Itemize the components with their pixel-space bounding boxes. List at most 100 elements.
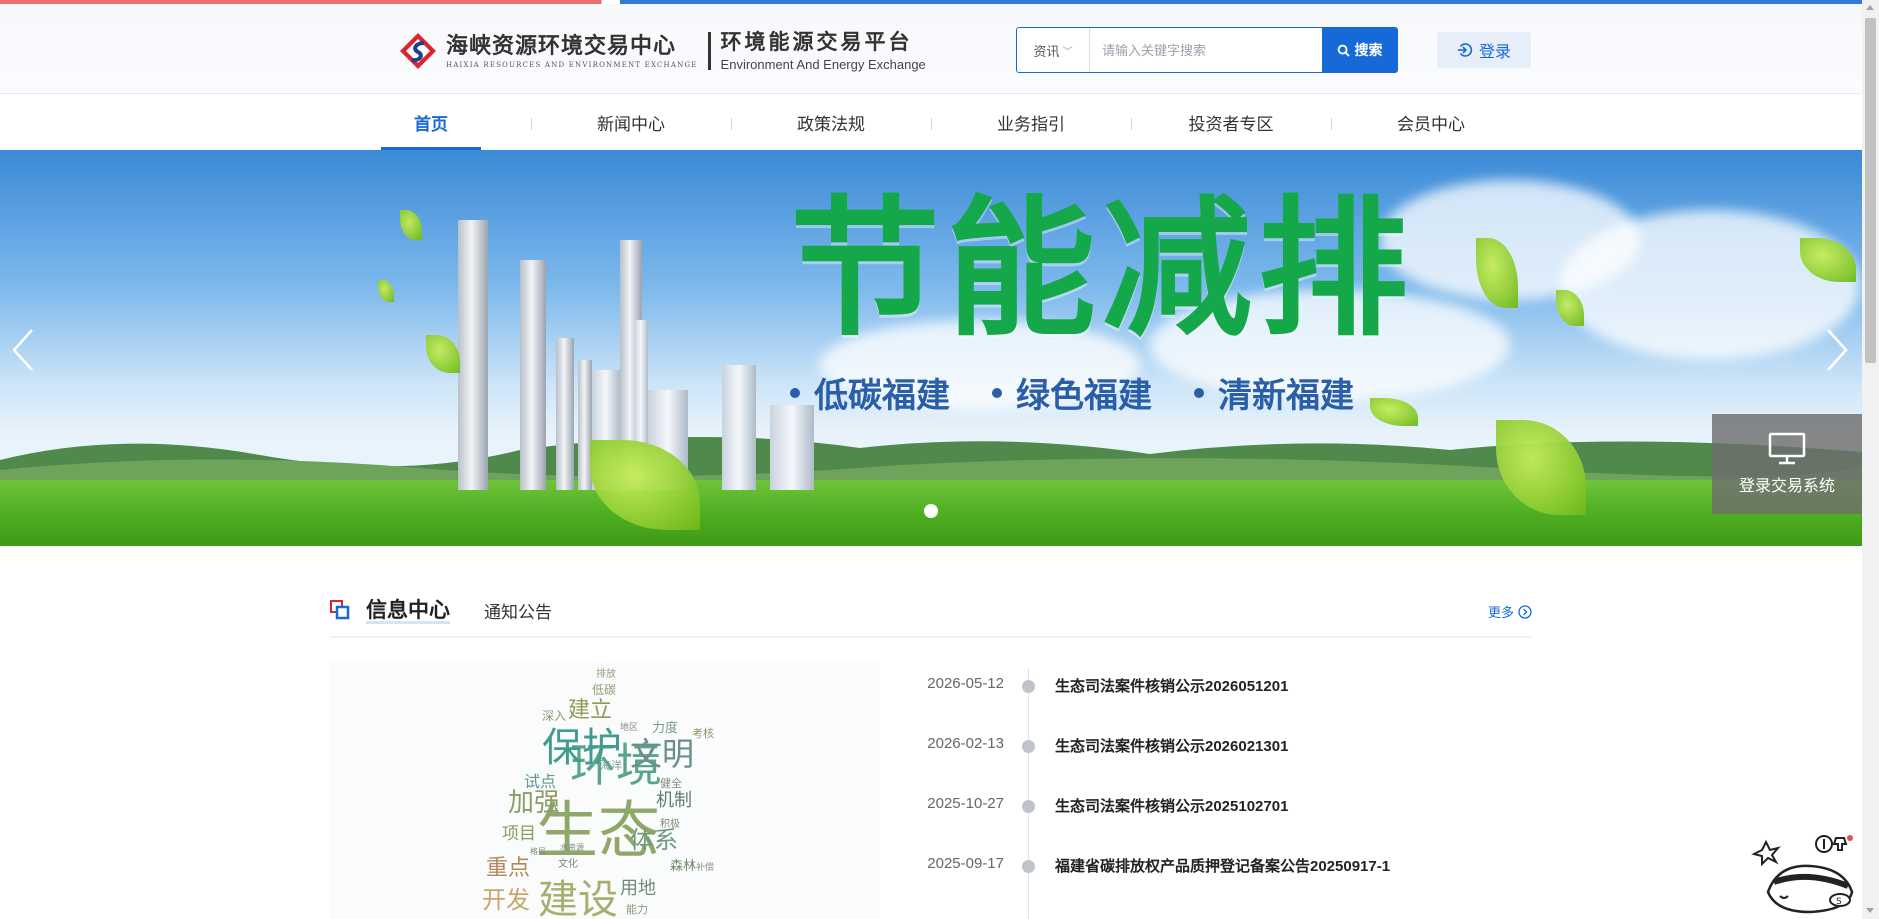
- wordcloud-word: 能力: [626, 903, 648, 916]
- logo-cn: 海峡资源环境交易中心: [446, 33, 677, 59]
- word-cloud-image: 生态 环境 保护 建设 文明 加强 体系 建立 机制 开发 重点 项目 试点 用…: [330, 660, 880, 919]
- cloud: [1560, 210, 1860, 360]
- timeline-dot: [1022, 860, 1035, 873]
- nav-divider: [531, 118, 532, 130]
- news-title-link[interactable]: 福建省碳排放权产品质押登记备案公告20250917-1: [1055, 855, 1390, 876]
- news-date: 2025-09-17: [927, 855, 1004, 872]
- more-label: 更多: [1487, 605, 1514, 620]
- wordcloud-word: 考核: [692, 727, 714, 740]
- banner-tag: 绿色福建: [992, 368, 1152, 417]
- info-center-header: 信息中心 通知公告 更多: [330, 586, 1532, 638]
- news-item[interactable]: 2026-02-13 生态司法案件核销公示2026021301: [900, 735, 1540, 759]
- nav-item-policy[interactable]: 政策法规: [781, 95, 881, 150]
- search-type-select[interactable]: 资讯 ﹀: [1017, 28, 1090, 72]
- search-button[interactable]: 搜索: [1322, 28, 1397, 72]
- wordcloud-word: 积极: [660, 819, 680, 830]
- nav-divider: [1331, 118, 1332, 130]
- wordcloud-word: 文明: [630, 735, 695, 773]
- login-icon: [1457, 43, 1473, 57]
- leaf: [400, 210, 422, 240]
- wordcloud-word: 用地: [620, 878, 656, 899]
- carousel-prev-button[interactable]: [8, 325, 38, 375]
- search-bar: 资讯 ﹀ 搜索: [1016, 27, 1398, 73]
- login-button[interactable]: 登录: [1437, 32, 1531, 68]
- leaf: [426, 335, 460, 373]
- scrollbar-thumb[interactable]: [1865, 18, 1876, 363]
- banner-tags: 低碳福建 绿色福建 清新福建: [790, 368, 1354, 417]
- search-type-label: 资讯: [1033, 43, 1060, 59]
- search-button-label: 搜索: [1354, 42, 1383, 58]
- banner-title: 节能减排: [790, 183, 1415, 357]
- banner-tag-label: 绿色福建: [1016, 377, 1152, 415]
- building: [722, 365, 756, 490]
- search-icon: [1337, 44, 1350, 57]
- wordcloud-word: 项目: [502, 824, 536, 844]
- site-header: 海峡资源环境交易中心 HAIXIA RESOURCES AND ENVIRONM…: [0, 4, 1862, 94]
- hero-banner[interactable]: 节能减排 低碳福建 绿色福建 清新福建: [0, 150, 1862, 546]
- wordcloud-word: 森林: [670, 859, 697, 874]
- banner-tag: 低碳福建: [790, 368, 950, 417]
- wordcloud-word: 格局: [530, 847, 546, 856]
- carousel-dot[interactable]: [924, 504, 938, 518]
- page-scrollbar[interactable]: [1862, 0, 1879, 919]
- platform-cn: 环境能源交易平台: [720, 30, 913, 54]
- chimney: [556, 338, 574, 490]
- news-date: 2026-05-12: [927, 675, 1004, 692]
- platform-name: 环境能源交易平台 Environment And Energy Exchange: [721, 31, 926, 72]
- trading-system-login-button[interactable]: 登录交易系统: [1712, 414, 1862, 514]
- wordcloud-word: 排放: [596, 669, 616, 680]
- info-center-icon: [330, 600, 350, 620]
- chevron-left-icon: [12, 329, 33, 371]
- more-link[interactable]: 更多: [1488, 602, 1532, 621]
- nav-item-home[interactable]: 首页: [381, 95, 481, 150]
- news-item[interactable]: 2025-09-17 福建省碳排放权产品质押登记备案公告20250917-1: [900, 855, 1540, 879]
- wordcloud-word: 建立: [568, 698, 613, 723]
- search-input[interactable]: [1090, 28, 1322, 72]
- nav-item-investor[interactable]: 投资者专区: [1181, 95, 1281, 150]
- logo-en: HAIXIA RESOURCES AND ENVIRONMENT EXCHANG…: [446, 61, 698, 69]
- news-item[interactable]: 2025-10-27 生态司法案件核销公示2025102701: [900, 795, 1540, 819]
- wordcloud-word: 力度: [652, 721, 679, 736]
- news-title-link[interactable]: 生态司法案件核销公示2025102701: [1055, 795, 1288, 816]
- monitor-icon: [1768, 432, 1806, 465]
- tab-notices[interactable]: 通知公告: [484, 598, 552, 623]
- bullet-icon: [790, 387, 800, 398]
- scroll-up-arrow-icon[interactable]: [1866, 5, 1874, 10]
- carousel-next-button[interactable]: [1822, 325, 1852, 375]
- news-item[interactable]: 2026-05-12 生态司法案件核销公示2026051201: [900, 675, 1540, 699]
- news-title-link[interactable]: 生态司法案件核销公示2026021301: [1055, 735, 1288, 756]
- svg-text:S: S: [1836, 897, 1842, 907]
- bullet-icon: [1194, 387, 1204, 398]
- news-timeline: [1028, 668, 1029, 919]
- info-center-title: 信息中心: [366, 599, 450, 622]
- chevron-right-icon: [1827, 329, 1848, 371]
- logo-mark-icon: [400, 33, 436, 69]
- circle-arrow-right-icon: [1518, 604, 1532, 619]
- chimney: [458, 220, 488, 490]
- logo-text: 海峡资源环境交易中心 HAIXIA RESOURCES AND ENVIRONM…: [446, 33, 698, 69]
- logo-separator: [707, 32, 711, 70]
- scroll-down-arrow-icon[interactable]: [1866, 908, 1874, 913]
- nav-item-guide[interactable]: 业务指引: [981, 95, 1081, 150]
- wordcloud-word: 开发: [482, 886, 530, 914]
- wordcloud-word: 深入: [542, 709, 567, 723]
- timeline-dot: [1022, 740, 1035, 753]
- nav-item-news[interactable]: 新闻中心: [581, 95, 681, 150]
- news-title-link[interactable]: 生态司法案件核销公示2026051201: [1055, 675, 1288, 696]
- banner-tag: 清新福建: [1194, 368, 1354, 417]
- leaf: [378, 280, 394, 302]
- wordcloud-word: 试点: [524, 772, 557, 791]
- wordcloud-word: 低碳: [592, 683, 617, 697]
- wordcloud-word: 海洋: [600, 759, 622, 772]
- news-date: 2025-10-27: [927, 795, 1004, 812]
- wordcloud-word: 建设: [538, 877, 618, 919]
- nav-divider: [1131, 118, 1132, 130]
- mascot-widget-icon[interactable]: S: [1748, 830, 1858, 919]
- site-logo[interactable]: 海峡资源环境交易中心 HAIXIA RESOURCES AND ENVIRONM…: [398, 26, 926, 76]
- platform-en: Environment And Energy Exchange: [720, 56, 926, 72]
- nav-item-member[interactable]: 会员中心: [1381, 95, 1481, 150]
- banner-tag-label: 清新福建: [1218, 377, 1354, 415]
- carousel-dots: [924, 504, 938, 518]
- wordcloud-word: 水资源: [560, 843, 584, 852]
- news-date: 2026-02-13: [927, 735, 1004, 752]
